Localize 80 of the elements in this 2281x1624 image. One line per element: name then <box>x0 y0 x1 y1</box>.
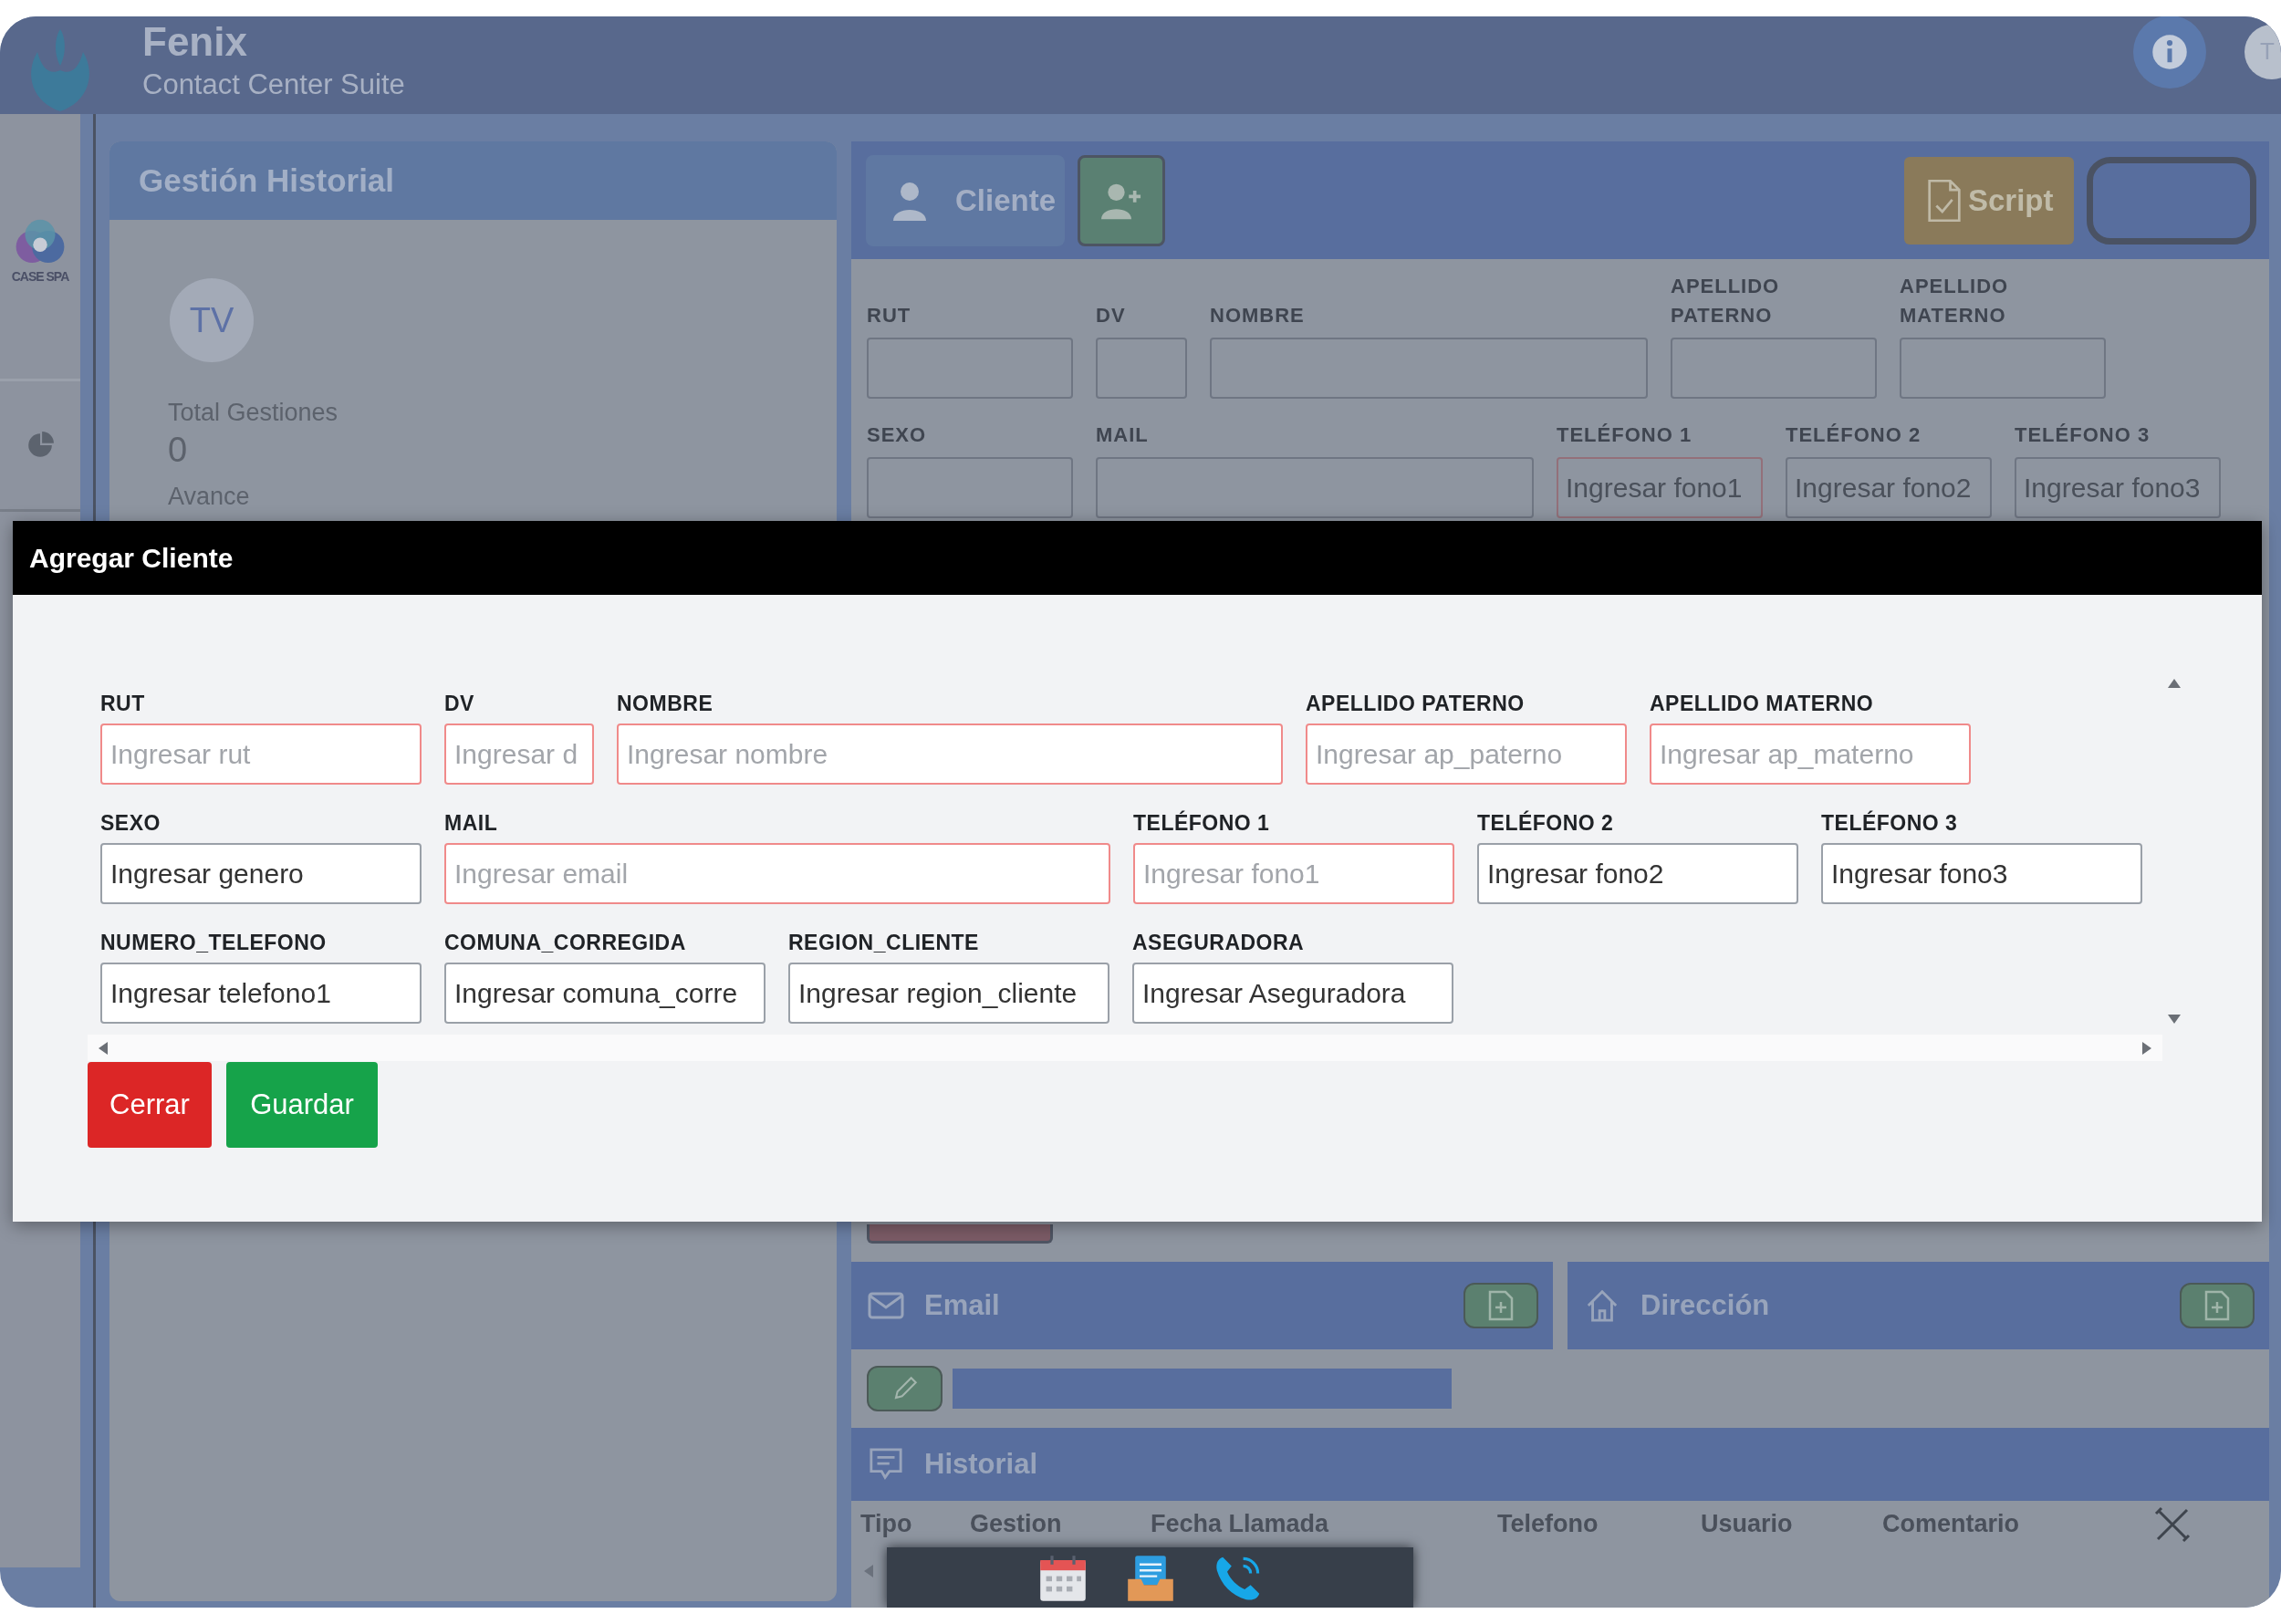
field-label: TELÉFONO 1 <box>1557 422 1693 448</box>
input-field[interactable] <box>1210 338 1648 399</box>
input-field[interactable]: Ingresar fono1 <box>1133 843 1454 904</box>
field-label: MAIL <box>444 810 499 836</box>
input-field[interactable]: Ingresar comuna_corre <box>444 963 766 1024</box>
section-title: Email <box>924 1289 1000 1322</box>
field-label: APELLIDO PATERNO <box>1671 274 1781 328</box>
add-user-button[interactable] <box>1078 154 1165 246</box>
close-button[interactable]: Cerrar <box>88 1062 212 1148</box>
section-title: Historial <box>924 1448 1038 1481</box>
input-field[interactable]: Ingresar email <box>444 843 1110 904</box>
field-label: NOMBRE <box>617 691 714 716</box>
field-label: TELÉFONO 2 <box>1477 810 1615 836</box>
column-header[interactable]: Comentario <box>1882 1510 2020 1538</box>
field-label: TELÉFONO 3 <box>2015 422 2151 448</box>
input-field[interactable] <box>1671 338 1877 399</box>
modal-title: Agregar Cliente <box>29 542 234 574</box>
scroll-up-icon[interactable] <box>2168 677 2181 690</box>
field-label: NUMERO_TELEFONO <box>100 930 328 955</box>
input-field[interactable]: Ingresar Aseguradora <box>1132 963 1453 1024</box>
add-button[interactable] <box>1463 1283 1538 1328</box>
field-label: MAIL <box>1096 422 1150 448</box>
field-label: TELÉFONO 3 <box>1821 810 1959 836</box>
field-label: DV <box>444 691 475 716</box>
app-name: Fenix <box>142 18 248 65</box>
field-label: SEXO <box>100 810 161 836</box>
field-label: RUT <box>867 303 912 328</box>
input-field[interactable] <box>1900 338 2106 399</box>
input-field[interactable]: Ingresar nombre <box>617 724 1283 785</box>
input-field[interactable]: Ingresar region_cliente <box>788 963 1109 1024</box>
input-field[interactable]: Ingresar rut <box>100 724 422 785</box>
input-field[interactable]: Ingresar telefono1 <box>100 963 422 1024</box>
column-header[interactable]: Gestion <box>970 1510 1062 1538</box>
field-label: NOMBRE <box>1210 303 1306 328</box>
field-label: REGION_CLIENTE <box>788 930 980 955</box>
client-tab[interactable]: Cliente <box>866 154 1065 246</box>
chat-icon <box>868 1447 904 1482</box>
column-header[interactable]: Telefono <box>1497 1510 1599 1538</box>
user-avatar: TV <box>170 278 254 362</box>
info-icon[interactable] <box>2133 16 2206 88</box>
input-field[interactable]: Ingresar fono2 <box>1786 457 1992 518</box>
input-field[interactable]: Ingresar ap_materno <box>1650 724 1971 785</box>
field-label: APELLIDO PATERNO <box>1306 691 1526 716</box>
input-field[interactable]: Ingresar d <box>444 724 594 785</box>
column-header[interactable]: Fecha Llamada <box>1151 1510 1329 1538</box>
input-field[interactable]: Ingresar fono2 <box>1477 843 1798 904</box>
document-check-icon <box>1926 177 1963 224</box>
logo-text: CASE SPA <box>11 269 69 284</box>
field-label: TELÉFONO 2 <box>1786 422 1922 448</box>
column-header[interactable]: Tipo <box>860 1510 912 1538</box>
input-field[interactable] <box>1096 338 1187 399</box>
field-label: SEXO <box>867 422 928 448</box>
input-field[interactable] <box>1096 457 1534 518</box>
field-label: APELLIDO MATERNO <box>1900 274 2010 328</box>
input-field[interactable]: Ingresar fono3 <box>2015 457 2221 518</box>
file-plus-icon <box>1487 1289 1515 1322</box>
field-label: TELÉFONO 1 <box>1133 810 1271 836</box>
field-label: RUT <box>100 691 146 716</box>
field-label: COMUNA_CORREGIDA <box>444 930 687 955</box>
input-field[interactable] <box>867 338 1073 399</box>
scroll-right-icon[interactable] <box>2140 1041 2153 1055</box>
edit-button[interactable] <box>867 1366 943 1411</box>
input-field[interactable]: Ingresar fono3 <box>1821 843 2142 904</box>
panel-title: Gestión Historial <box>139 162 395 199</box>
section-title: Dirección <box>1640 1289 1770 1322</box>
input-field[interactable] <box>867 457 1073 518</box>
field-label: APELLIDO MATERNO <box>1650 691 1875 716</box>
column-header[interactable]: Usuario <box>1701 1510 1793 1538</box>
input-field[interactable]: Ingresar fono1 <box>1557 457 1763 518</box>
app-subtitle: Contact Center Suite <box>142 68 405 101</box>
save-button[interactable]: Guardar <box>226 1062 378 1148</box>
file-plus-icon <box>2203 1289 2231 1322</box>
scroll-down-icon[interactable] <box>2168 1013 2181 1025</box>
field-label: DV <box>1096 303 1127 328</box>
add-button[interactable] <box>2180 1283 2255 1328</box>
input-field[interactable]: Ingresar ap_paterno <box>1306 724 1627 785</box>
script-button[interactable]: Script <box>1904 156 2074 245</box>
pie-chart-icon[interactable] <box>26 431 55 460</box>
field-label: ASEGURADORA <box>1132 930 1306 955</box>
input-field[interactable]: Ingresar genero <box>100 843 422 904</box>
